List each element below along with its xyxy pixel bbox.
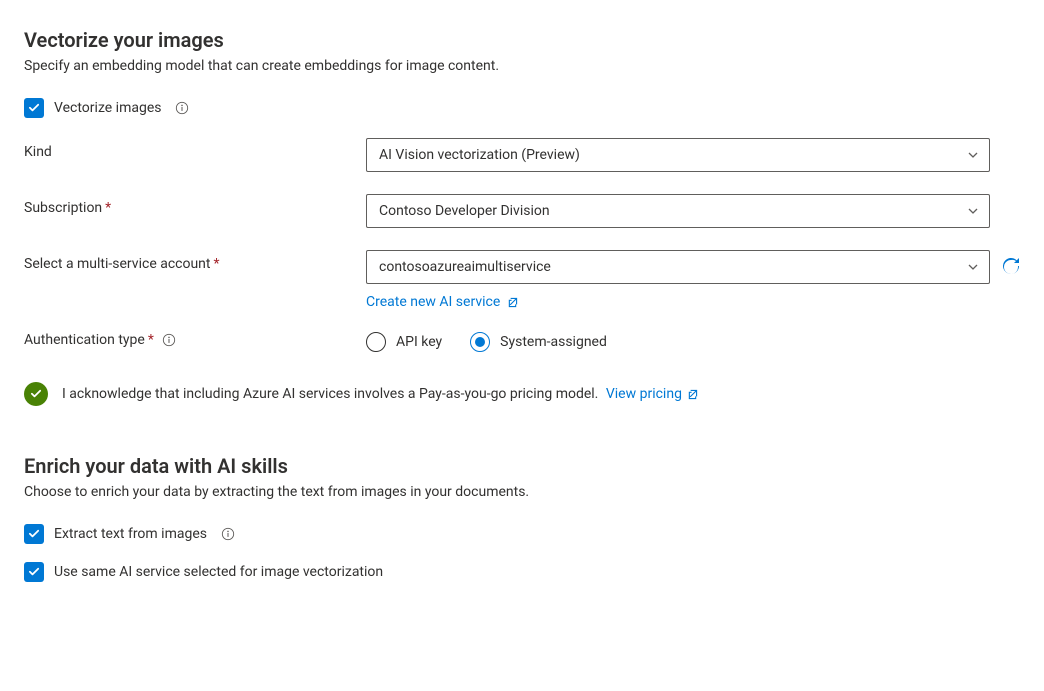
check-icon <box>27 101 41 115</box>
external-link-icon <box>686 388 699 401</box>
auth-radio-apikey-label: API key <box>396 334 442 350</box>
kind-row: Kind AI Vision vectorization (Preview) <box>24 138 1020 172</box>
info-icon[interactable] <box>162 333 176 347</box>
acknowledge-text: I acknowledge that including Azure AI se… <box>62 386 699 402</box>
auth-radio-system[interactable]: System-assigned <box>470 332 607 352</box>
chevron-down-icon <box>967 149 979 161</box>
subscription-row: Subscription* Contoso Developer Division <box>24 194 1020 228</box>
vectorize-title: Vectorize your images <box>24 28 1020 52</box>
kind-label: Kind <box>24 138 366 160</box>
same-service-checkbox[interactable] <box>24 562 44 582</box>
info-icon[interactable] <box>221 527 235 541</box>
view-pricing-link[interactable]: View pricing <box>606 386 699 402</box>
success-check-icon <box>24 382 48 406</box>
required-indicator: * <box>148 332 154 348</box>
vectorize-images-checkbox-row: Vectorize images <box>24 98 1020 118</box>
extract-text-label: Extract text from images <box>54 526 207 542</box>
account-label: Select a multi-service account* <box>24 250 366 272</box>
account-row: Select a multi-service account* contosoa… <box>24 250 1020 310</box>
extract-text-checkbox[interactable] <box>24 524 44 544</box>
vectorize-images-checkbox[interactable] <box>24 98 44 118</box>
acknowledge-row: I acknowledge that including Azure AI se… <box>24 382 1020 406</box>
chevron-down-icon <box>967 205 979 217</box>
external-link-icon <box>506 296 519 309</box>
info-icon[interactable] <box>175 101 189 115</box>
same-service-checkbox-row: Use same AI service selected for image v… <box>24 562 1020 582</box>
extract-text-checkbox-row: Extract text from images <box>24 524 1020 544</box>
auth-radio-group: API key System-assigned <box>366 332 1020 352</box>
subscription-label: Subscription* <box>24 194 366 216</box>
kind-select-value: AI Vision vectorization (Preview) <box>379 147 580 163</box>
same-service-label: Use same AI service selected for image v… <box>54 564 383 580</box>
auth-row: Authentication type* API key System-assi… <box>24 332 1020 352</box>
subscription-select-value: Contoso Developer Division <box>379 203 550 219</box>
required-indicator: * <box>105 200 111 216</box>
check-icon <box>27 565 41 579</box>
vectorize-subtitle: Specify an embedding model that can crea… <box>24 58 1020 74</box>
refresh-button[interactable] <box>1000 256 1022 278</box>
radio-unchecked-icon <box>366 332 386 352</box>
vectorize-images-label: Vectorize images <box>54 100 161 116</box>
chevron-down-icon <box>967 261 979 273</box>
enrich-title: Enrich your data with AI skills <box>24 454 1020 478</box>
auth-radio-apikey[interactable]: API key <box>366 332 442 352</box>
create-ai-service-link[interactable]: Create new AI service <box>366 294 1022 310</box>
auth-label: Authentication type* <box>24 332 366 348</box>
required-indicator: * <box>214 256 220 272</box>
subscription-select[interactable]: Contoso Developer Division <box>366 194 990 228</box>
radio-checked-icon <box>470 332 490 352</box>
account-select-value: contosoazureaimultiservice <box>379 259 551 275</box>
account-select[interactable]: contosoazureaimultiservice <box>366 250 990 284</box>
auth-radio-system-label: System-assigned <box>500 334 607 350</box>
kind-select[interactable]: AI Vision vectorization (Preview) <box>366 138 990 172</box>
enrich-subtitle: Choose to enrich your data by extracting… <box>24 484 1020 500</box>
check-icon <box>27 527 41 541</box>
